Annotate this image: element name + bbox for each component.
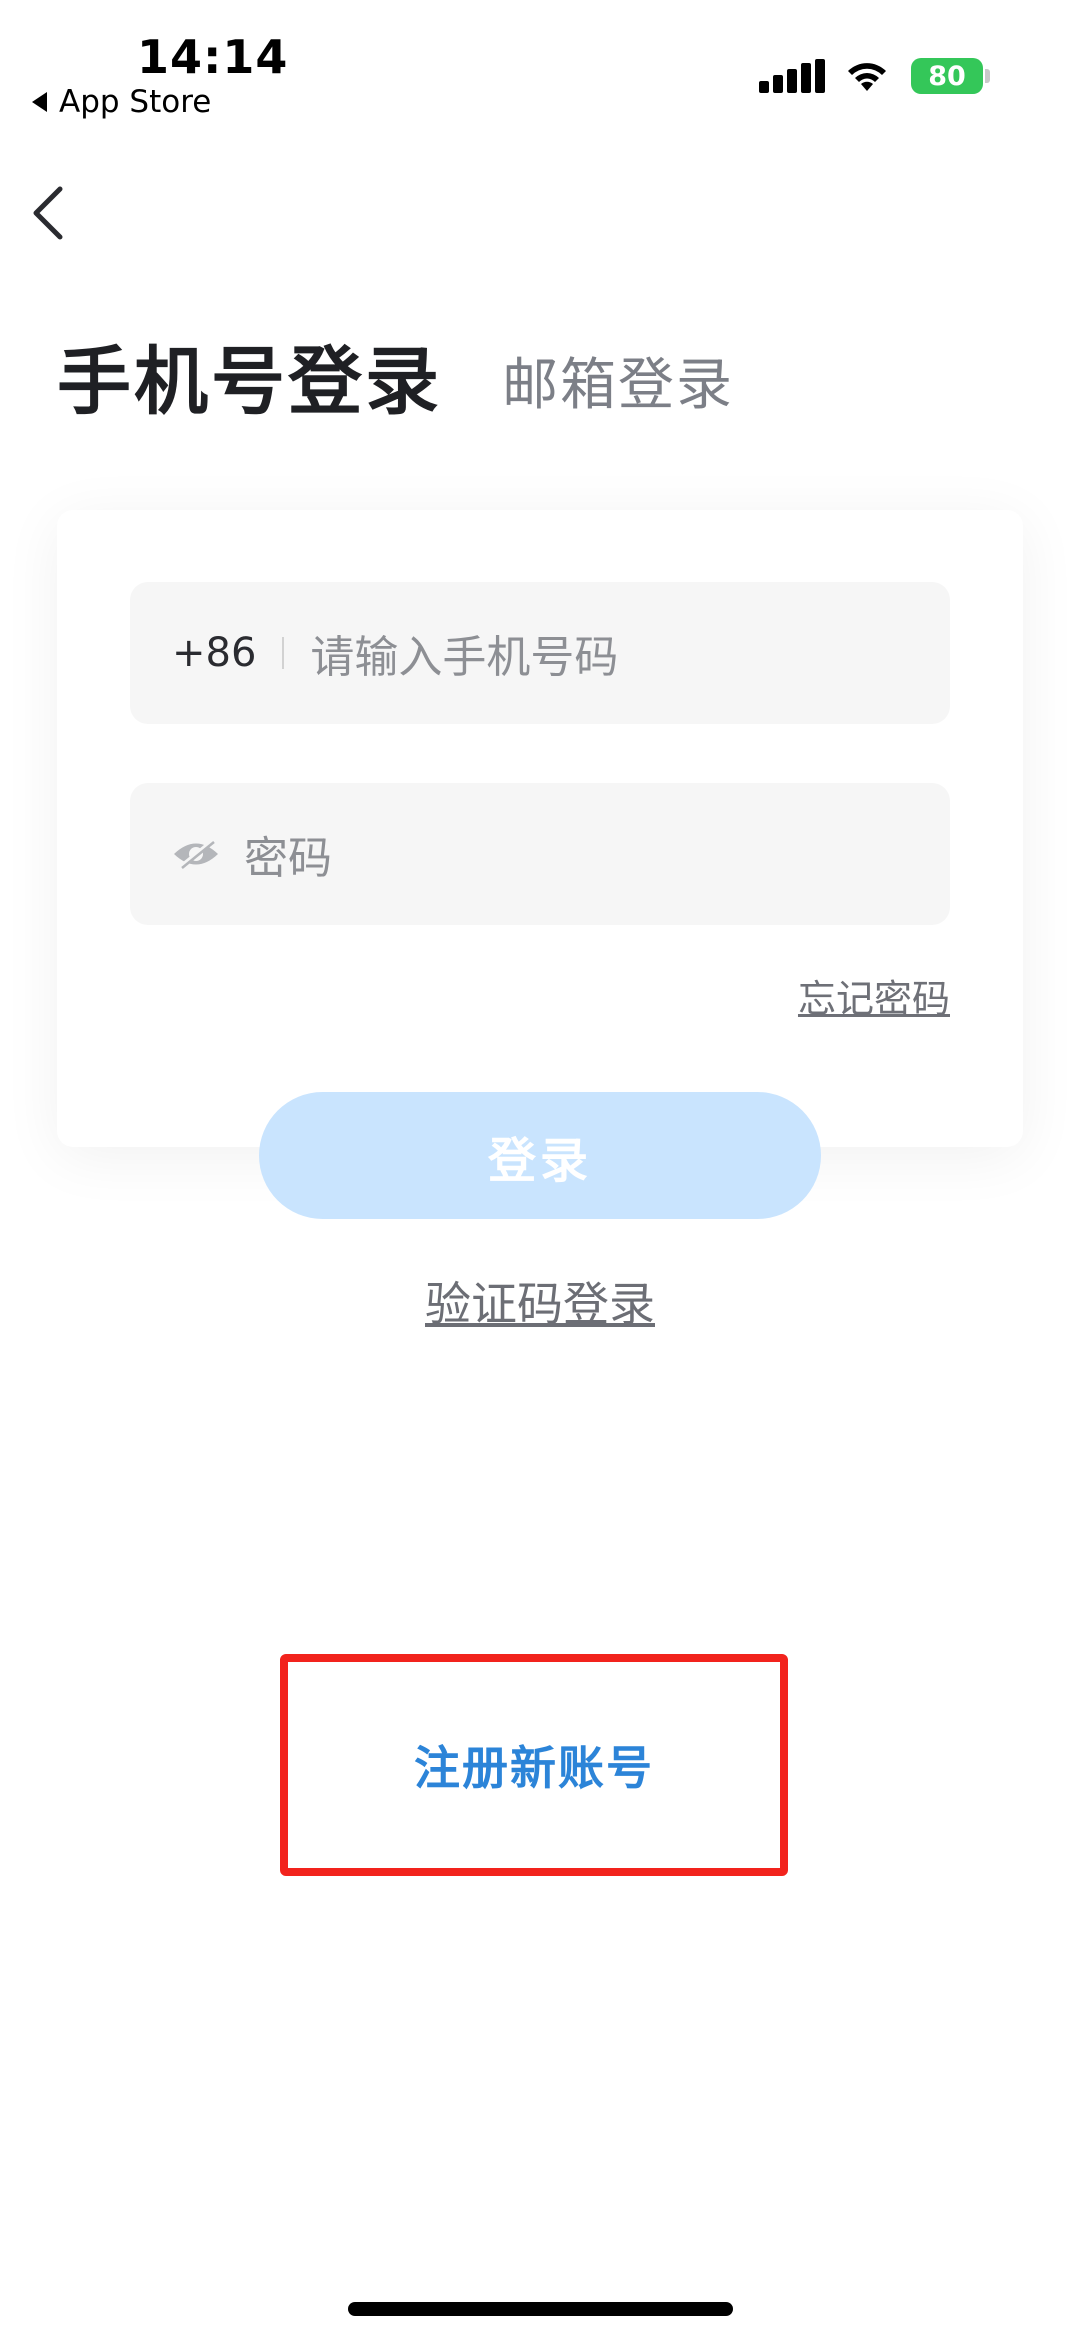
battery-icon: 80	[911, 58, 983, 94]
battery-cap	[985, 69, 990, 83]
tab-phone-login[interactable]: 手机号登录	[57, 322, 442, 429]
chevron-left-icon[interactable]	[28, 183, 68, 243]
status-bar: 14:14 App Store 80	[0, 0, 1080, 130]
code-login-link[interactable]: 验证码登录	[425, 1277, 655, 1331]
country-code[interactable]: +86	[172, 630, 256, 676]
login-screen: 14:14 App Store 80 手机号登录 邮箱登录 +86 请输入手机号…	[0, 0, 1080, 2341]
back-to-app-store[interactable]: App Store	[32, 84, 211, 120]
tab-email-login[interactable]: 邮箱登录	[502, 340, 734, 421]
battery-level: 80	[928, 60, 966, 92]
login-card: +86 请输入手机号码 密码 忘记密码	[57, 510, 1023, 1147]
register-button[interactable]: 注册新账号	[288, 1662, 780, 1868]
login-button[interactable]: 登录	[259, 1092, 821, 1219]
forgot-password-link[interactable]: 忘记密码	[798, 968, 950, 1023]
back-triangle-icon	[32, 92, 47, 112]
code-login-row: 验证码登录	[0, 1268, 1080, 1334]
phone-field[interactable]: +86 请输入手机号码	[130, 582, 950, 724]
status-time: 14:14	[137, 30, 289, 84]
cellular-signal-icon	[759, 59, 825, 93]
home-indicator[interactable]	[348, 2302, 733, 2316]
back-app-label: App Store	[59, 84, 212, 120]
status-icons: 80	[759, 58, 990, 94]
wifi-icon	[848, 63, 886, 91]
eye-off-icon[interactable]	[172, 837, 220, 871]
phone-input[interactable]: 请输入手机号码	[310, 621, 618, 685]
password-field[interactable]: 密码	[130, 783, 950, 925]
field-divider	[282, 637, 285, 669]
password-input[interactable]: 密码	[244, 822, 332, 886]
register-highlight-box: 注册新账号	[280, 1654, 788, 1876]
